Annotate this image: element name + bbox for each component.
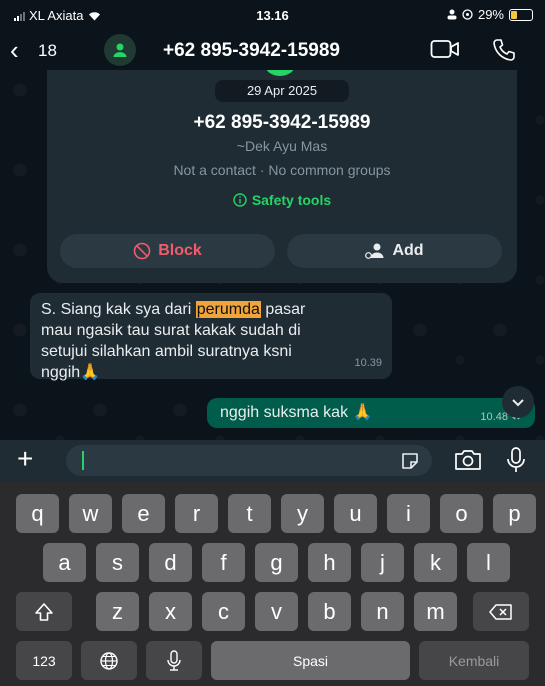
attach-button[interactable]: +	[17, 444, 33, 474]
key-n[interactable]: n	[361, 592, 404, 631]
shift-icon	[35, 602, 53, 621]
message-time: 10.48	[480, 411, 508, 423]
scroll-to-bottom-button[interactable]	[502, 386, 534, 418]
key-k[interactable]: k	[414, 543, 457, 582]
card-subtitle: Not a contact · No common groups	[173, 162, 391, 178]
return-key[interactable]: Kembali	[419, 641, 529, 680]
onscreen-keyboard: q w e r t y u i o p a s d f g h j k l z …	[0, 482, 545, 686]
message-line: nggih🙏	[41, 364, 101, 381]
dictation-key[interactable]	[146, 641, 202, 680]
message-line: S. Siang kak sya dari perumda pasar	[41, 299, 381, 320]
date-divider: 29 Apr 2025	[215, 80, 349, 102]
key-e[interactable]: e	[122, 494, 165, 533]
message-text: pasar	[260, 301, 306, 318]
key-x[interactable]: x	[149, 592, 192, 631]
key-c[interactable]: c	[202, 592, 245, 631]
status-right: 29%	[447, 7, 533, 22]
key-d[interactable]: d	[149, 543, 192, 582]
person-icon	[447, 9, 457, 20]
microphone-icon	[167, 649, 181, 671]
add-label: Add	[392, 242, 424, 259]
numbers-key[interactable]: 123	[16, 641, 72, 680]
avatar[interactable]	[104, 34, 136, 66]
key-i[interactable]: i	[387, 494, 430, 533]
avatar	[265, 70, 295, 76]
contact-title[interactable]: +62 895-3942-15989	[163, 40, 340, 62]
key-z[interactable]: z	[96, 592, 139, 631]
key-j[interactable]: j	[361, 543, 404, 582]
message-line: setujui silahkan ambil suratnya ksni	[41, 343, 292, 360]
unread-count[interactable]: 18	[38, 41, 57, 61]
camera-icon[interactable]	[454, 449, 482, 471]
message-input[interactable]	[66, 445, 432, 476]
key-p[interactable]: p	[493, 494, 536, 533]
outgoing-message[interactable]: nggih suksma kak 🙏 10.48	[207, 398, 535, 428]
backspace-icon	[489, 603, 512, 620]
key-q[interactable]: q	[16, 494, 59, 533]
add-person-icon	[365, 243, 384, 259]
key-m[interactable]: m	[414, 592, 457, 631]
message-line: mau ngasik tau surat kakak sudah di	[41, 322, 301, 339]
backspace-key[interactable]	[473, 592, 529, 631]
key-w[interactable]: w	[69, 494, 112, 533]
chat-header: ‹ 18 +62 895-3942-15989	[0, 30, 545, 70]
person-icon	[113, 43, 127, 57]
safety-tools-label: Safety tools	[251, 192, 332, 208]
battery-percent: 29%	[477, 7, 504, 22]
key-o[interactable]: o	[440, 494, 483, 533]
chevron-down-icon	[512, 398, 524, 406]
add-contact-button[interactable]: Add	[287, 234, 502, 268]
key-y[interactable]: y	[281, 494, 324, 533]
message-text: S. Siang kak sya dari	[41, 301, 196, 318]
safety-tools-link[interactable]: Safety tools	[47, 192, 517, 208]
key-g[interactable]: g	[255, 543, 298, 582]
card-phone-number: +62 895-3942-15989	[193, 112, 371, 133]
contact-info-card: 29 Apr 2025 +62 895-3942-15989 ~Dek Ayu …	[47, 70, 517, 283]
highlighted-word: perumda	[195, 301, 261, 318]
block-label: Block	[158, 242, 202, 259]
info-icon	[233, 193, 247, 207]
space-key[interactable]: Spasi	[211, 641, 410, 680]
key-b[interactable]: b	[308, 592, 351, 631]
message-time: 10.39	[354, 357, 382, 369]
key-u[interactable]: u	[334, 494, 377, 533]
message-text: nggih suksma kak 🙏	[220, 404, 373, 421]
globe-icon	[100, 651, 118, 670]
sticker-icon[interactable]	[400, 451, 420, 471]
status-bar: XL Axiata 13.16 29%	[0, 0, 545, 30]
key-h[interactable]: h	[308, 543, 351, 582]
key-f[interactable]: f	[202, 543, 245, 582]
block-icon	[133, 242, 151, 260]
video-call-icon[interactable]	[430, 38, 460, 60]
chat-area[interactable]: 29 Apr 2025 +62 895-3942-15989 ~Dek Ayu …	[0, 70, 545, 440]
message-composer: +	[0, 440, 545, 482]
microphone-icon[interactable]	[506, 447, 526, 473]
key-s[interactable]: s	[96, 543, 139, 582]
key-a[interactable]: a	[43, 543, 86, 582]
incoming-message[interactable]: S. Siang kak sya dari perumda pasar mau …	[30, 293, 392, 381]
card-push-name: ~Dek Ayu Mas	[236, 138, 328, 154]
battery-icon	[509, 8, 533, 21]
key-t[interactable]: t	[228, 494, 271, 533]
text-cursor	[82, 451, 84, 470]
back-button[interactable]: ‹	[10, 36, 19, 64]
key-r[interactable]: r	[175, 494, 218, 533]
shift-key[interactable]	[16, 592, 72, 631]
block-button[interactable]: Block	[60, 234, 275, 268]
language-key[interactable]	[81, 641, 137, 680]
alarm-icon	[462, 9, 473, 20]
key-v[interactable]: v	[255, 592, 298, 631]
key-l[interactable]: l	[467, 543, 510, 582]
phone-call-icon[interactable]	[492, 38, 516, 62]
